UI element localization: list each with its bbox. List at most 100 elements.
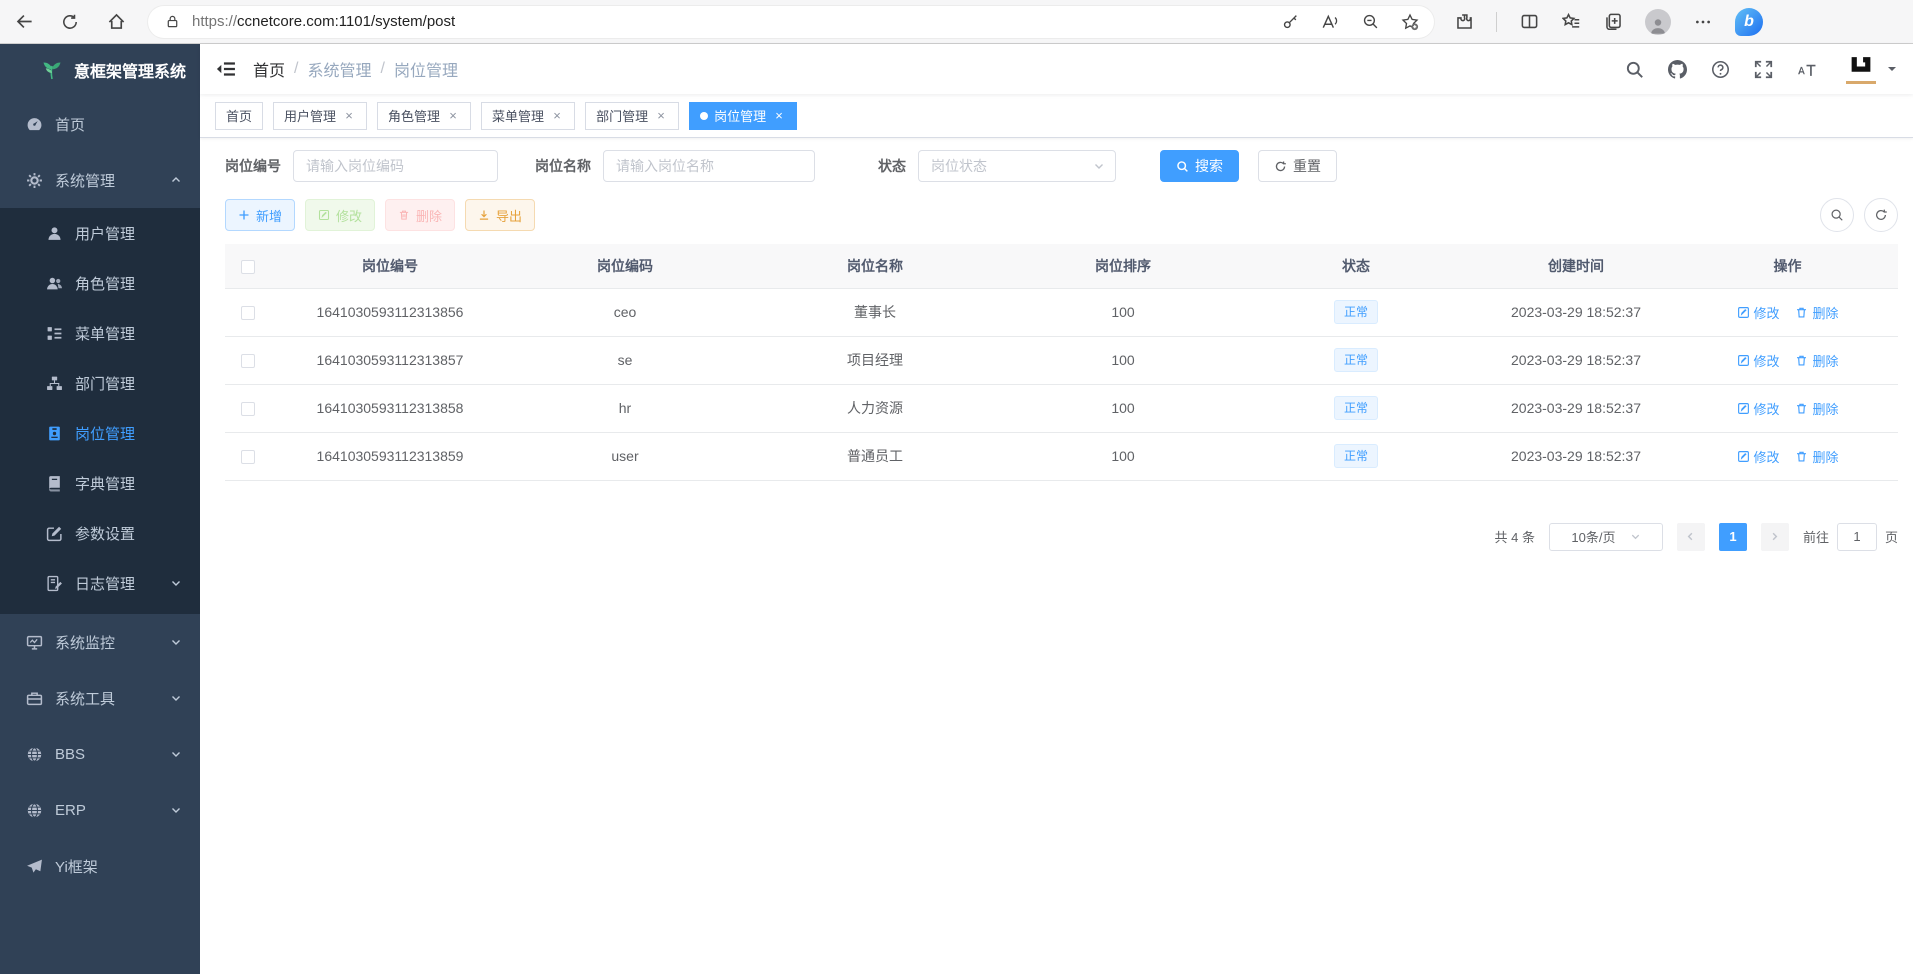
page-size-select[interactable]: 10条/页 (1549, 523, 1663, 551)
search-button[interactable]: 搜索 (1160, 150, 1239, 182)
row-checkbox[interactable] (241, 450, 255, 464)
collections-icon[interactable] (1603, 12, 1623, 32)
delete-button[interactable]: 删除 (385, 199, 455, 231)
add-favorite-icon[interactable] (1400, 12, 1420, 32)
prev-page-button[interactable] (1677, 523, 1705, 551)
edit-link[interactable]: 修改 (1737, 447, 1780, 466)
next-page-button[interactable] (1761, 523, 1789, 551)
sidebar-item-system[interactable]: 系统管理 (0, 152, 200, 208)
refresh-icon[interactable] (60, 12, 80, 32)
font-size-icon[interactable] (1797, 60, 1816, 79)
edit-button[interactable]: 修改 (305, 199, 375, 231)
row-checkbox[interactable] (241, 402, 255, 416)
post-name-label: 岗位名称 (535, 156, 591, 176)
page-number-button[interactable]: 1 (1719, 523, 1747, 551)
sidebar-item-user[interactable]: 用户管理 (0, 208, 200, 258)
password-key-icon[interactable] (1280, 12, 1300, 32)
edit-icon (1737, 402, 1750, 415)
close-tab-icon[interactable]: × (342, 109, 356, 123)
export-button[interactable]: 导出 (465, 199, 535, 231)
edit-link[interactable]: 修改 (1737, 303, 1780, 322)
sidebar-item-erp[interactable]: ERP (0, 782, 200, 838)
table-row: 1641030593112313857 se 项目经理 100 正常 2023-… (225, 336, 1898, 384)
dept-tree-icon (46, 375, 63, 392)
chevron-down-icon (170, 748, 182, 760)
sidebar-item-yi-framework[interactable]: Yi框架 (0, 838, 200, 894)
back-icon[interactable] (14, 12, 34, 32)
add-button[interactable]: 新增 (225, 199, 295, 231)
more-menu-icon[interactable] (1693, 12, 1713, 32)
row-checkbox[interactable] (241, 306, 255, 320)
fold-menu-icon[interactable] (215, 58, 237, 80)
close-tab-icon[interactable]: × (550, 109, 564, 123)
sidebar-item-log[interactable]: 日志管理 (0, 558, 200, 608)
sidebar-item-monitor[interactable]: 系统监控 (0, 614, 200, 670)
delete-link[interactable]: 删除 (1795, 351, 1838, 370)
tab-dept[interactable]: 部门管理× (585, 102, 679, 130)
split-screen-icon[interactable] (1519, 12, 1539, 32)
chevron-left-icon (1685, 531, 1696, 542)
cell-created-at: 2023-03-29 18:52:37 (1475, 288, 1677, 336)
user-menu[interactable] (1846, 54, 1898, 84)
goto-page-input[interactable] (1837, 523, 1877, 551)
select-all-checkbox[interactable] (241, 260, 255, 274)
app-logo[interactable]: 意框架管理系统 (0, 44, 200, 96)
close-tab-icon[interactable]: × (446, 109, 460, 123)
cell-post-sort: 100 (1009, 336, 1237, 384)
close-tab-icon[interactable]: × (654, 109, 668, 123)
globe-icon (26, 802, 43, 819)
refresh-table-button[interactable] (1864, 198, 1898, 232)
tab-user[interactable]: 用户管理× (273, 102, 367, 130)
edit-link[interactable]: 修改 (1737, 399, 1780, 418)
delete-link[interactable]: 删除 (1795, 303, 1838, 322)
trash-icon (1795, 306, 1808, 319)
favorites-icon[interactable] (1561, 12, 1581, 32)
edit-link[interactable]: 修改 (1737, 351, 1780, 370)
extensions-icon[interactable] (1454, 12, 1474, 32)
select-caret-icon (1093, 160, 1105, 172)
reset-button[interactable]: 重置 (1258, 150, 1337, 182)
tab-post[interactable]: 岗位管理× (689, 102, 797, 130)
top-navbar: 首页 / 系统管理 / 岗位管理 (200, 44, 1913, 94)
profile-avatar[interactable] (1645, 9, 1671, 35)
home-icon[interactable] (106, 12, 126, 32)
help-icon[interactable] (1711, 60, 1730, 79)
close-tab-icon[interactable]: × (772, 109, 786, 123)
delete-link[interactable]: 删除 (1795, 399, 1838, 418)
address-bar[interactable]: https://ccnetcore.com:1101/system/post (148, 6, 1434, 38)
post-name-input[interactable] (603, 150, 815, 182)
status-badge: 正常 (1334, 444, 1378, 468)
status-select[interactable]: 岗位状态 (918, 150, 1116, 182)
fullscreen-icon[interactable] (1754, 60, 1773, 79)
tab-home[interactable]: 首页 (215, 102, 263, 130)
sidebar-item-dept[interactable]: 部门管理 (0, 358, 200, 408)
delete-link[interactable]: 删除 (1795, 447, 1838, 466)
url-text[interactable]: https://ccnetcore.com:1101/system/post (192, 13, 1280, 30)
search-icon[interactable] (1625, 60, 1644, 79)
sidebar-item-menu[interactable]: 菜单管理 (0, 308, 200, 358)
status-badge: 正常 (1334, 300, 1378, 324)
cell-post-name: 普通员工 (741, 432, 1009, 480)
cell-post-id: 1641030593112313856 (271, 288, 509, 336)
sidebar-item-post[interactable]: 岗位管理 (0, 408, 200, 458)
breadcrumb-home[interactable]: 首页 (253, 57, 285, 81)
github-icon[interactable] (1668, 60, 1687, 79)
read-aloud-icon[interactable] (1320, 12, 1340, 32)
table-row: 1641030593112313858 hr 人力资源 100 正常 2023-… (225, 384, 1898, 432)
breadcrumb-level1[interactable]: 系统管理 (307, 57, 371, 81)
tab-role[interactable]: 角色管理× (377, 102, 471, 130)
zoom-out-icon[interactable] (1360, 12, 1380, 32)
row-checkbox[interactable] (241, 354, 255, 368)
sidebar-item-dict[interactable]: 字典管理 (0, 458, 200, 508)
sidebar-item-bbs[interactable]: BBS (0, 726, 200, 782)
sidebar-item-param[interactable]: 参数设置 (0, 508, 200, 558)
toggle-search-button[interactable] (1820, 198, 1854, 232)
sidebar-item-tool[interactable]: 系统工具 (0, 670, 200, 726)
tab-menu[interactable]: 菜单管理× (481, 102, 575, 130)
col-post-sort: 岗位排序 (1009, 244, 1237, 288)
toolbar-divider (1496, 12, 1497, 32)
sidebar-item-home[interactable]: 首页 (0, 96, 200, 152)
post-id-input[interactable] (293, 150, 498, 182)
sidebar-item-role[interactable]: 角色管理 (0, 258, 200, 308)
copilot-bing-icon[interactable]: b (1735, 8, 1763, 36)
